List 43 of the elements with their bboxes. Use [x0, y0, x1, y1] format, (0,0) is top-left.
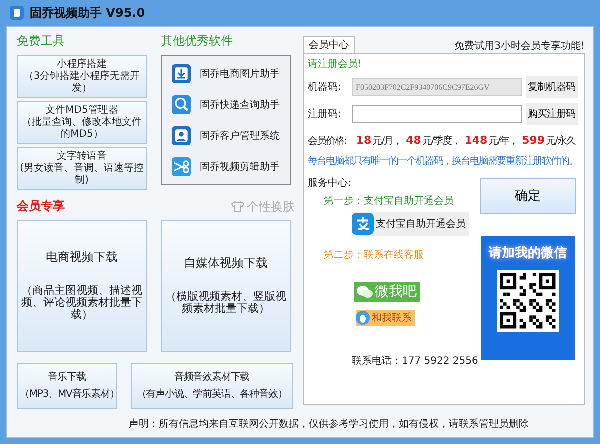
disclaimer: 声明：所有信息均来自互联网公开数据，仅供参考学习使用，如有侵权，请联系管理员删除	[128, 418, 530, 432]
download-button[interactable]: 电商视频下载 （商品主图视频、描述视频、评论视频素材批量下载）	[17, 220, 147, 352]
download-button[interactable]: 自媒体视频下载 （横版视频素材、竖版视频素材批量下载）	[161, 220, 291, 352]
section-heading: 会员专享	[17, 198, 65, 214]
service-heading: 服务中心:	[308, 176, 352, 190]
pay-button[interactable]: 支付宝自助开通会员	[352, 212, 469, 236]
download-button[interactable]: 音频音效素材下载 （有声小说、学前英语、各种音效）	[131, 363, 293, 409]
step-text: 第一步：支付宝自助开通会员	[324, 194, 454, 208]
tool-button[interactable]: 小程序搭建 （3分钟搭建小程序无需开发）	[17, 55, 147, 98]
price-line: 会员价格: 18元/月， 48元/季度， 148元/年， 599元/永久	[308, 134, 577, 148]
scissors-icon[interactable]	[172, 154, 191, 178]
download-icon[interactable]	[172, 62, 191, 86]
software-link[interactable]: 固乔客户管理系统	[200, 128, 280, 142]
phone-number: 联系电话：177 5922 2556	[352, 354, 478, 368]
register-code-field[interactable]	[352, 105, 522, 123]
software-link[interactable]: 固乔视频剪辑助手	[200, 160, 280, 174]
window-title: 固乔视频助手 V95.0	[30, 4, 146, 22]
app-icon	[10, 6, 24, 20]
field-label: 注册码:	[308, 108, 342, 121]
copy-button[interactable]: 复制机器码	[526, 76, 578, 98]
person-icon[interactable]	[172, 124, 191, 148]
payment-icon	[352, 213, 374, 235]
qr-code-drawing	[497, 270, 559, 332]
card-title: 请加我的微信	[489, 245, 567, 262]
magnifier-icon[interactable]	[172, 92, 191, 116]
machine-code-field[interactable]: F050203F702C2F9340706C9C97E26GV	[352, 78, 522, 96]
trial-note: 免费试用3小时会员专享功能!	[454, 40, 585, 53]
field-label: 机器码:	[308, 80, 342, 94]
shirt-icon[interactable]	[231, 201, 245, 213]
member-center-tab[interactable]: 会员中心	[303, 36, 355, 53]
notice: 每台电脑都只有唯一的一个机器码，换台电脑需要重新注册软件的。	[308, 154, 579, 168]
step-text: 第二步：联系在线客服	[324, 248, 424, 262]
register-prompt: 请注册会员!	[308, 58, 364, 71]
confirm-button[interactable]: 确定	[480, 178, 576, 214]
tool-button[interactable]: 文件MD5管理器 （批量查询、修改本地文件的MD5）	[17, 101, 147, 144]
buy-button[interactable]: 购买注册码	[526, 103, 578, 125]
software-link[interactable]: 固乔电商图片助手	[200, 66, 280, 80]
tool-button[interactable]: 文字转语音 (男女读音、音调、语速等控制)	[17, 147, 147, 190]
section-heading: 免费工具	[17, 33, 66, 49]
download-button[interactable]: 音乐下载 （MP3、MV音乐素材）	[17, 363, 117, 409]
section-heading: 其他优秀软件	[161, 33, 234, 49]
software-link[interactable]: 固乔快递查询助手	[200, 98, 280, 112]
chat-bubble-icon	[357, 285, 373, 299]
